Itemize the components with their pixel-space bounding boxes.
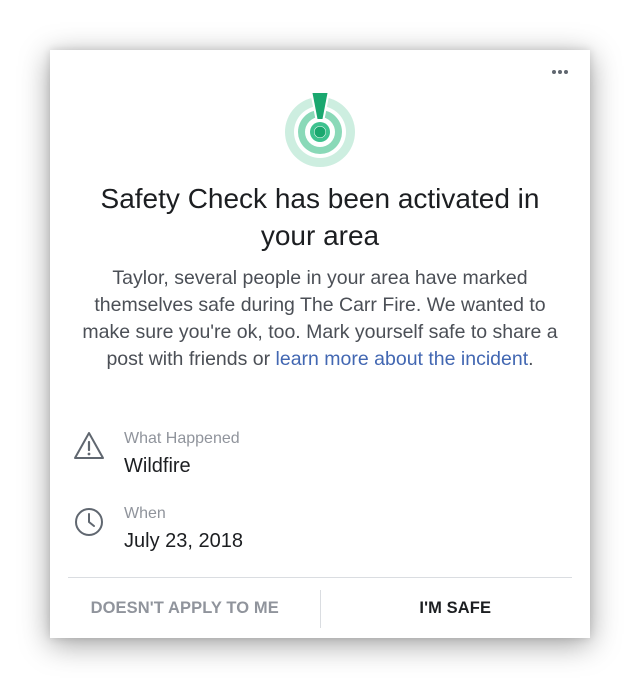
when-label: When (124, 505, 166, 522)
safety-check-icon (285, 91, 355, 167)
learn-more-link[interactable]: learn more about the incident (276, 348, 529, 370)
when-value: July 23, 2018 (124, 530, 243, 552)
more-options-button[interactable] (548, 62, 572, 82)
warning-triangle-icon (74, 432, 104, 459)
im-safe-button[interactable]: I'M SAFE (321, 578, 591, 638)
doesnt-apply-button[interactable]: DOESN'T APPLY TO ME (50, 578, 320, 638)
description-end: . (528, 348, 534, 370)
what-happened-value: Wildfire (124, 455, 191, 477)
dialog-actions: DOESN'T APPLY TO ME I'M SAFE (50, 578, 590, 638)
page-background: Safety Check has been activated in your … (0, 0, 640, 688)
when-row: When July 23, 2018 (72, 502, 568, 558)
dialog-title: Safety Check has been activated in your … (100, 183, 540, 251)
safety-check-dialog: Safety Check has been activated in your … (50, 50, 590, 638)
what-happened-label: What Happened (124, 430, 240, 447)
more-horizontal-icon (552, 70, 568, 74)
clock-icon (75, 508, 103, 536)
what-happened-row: What Happened Wildfire (72, 427, 568, 483)
dialog-description: Taylor, several people in your area have… (80, 265, 560, 373)
